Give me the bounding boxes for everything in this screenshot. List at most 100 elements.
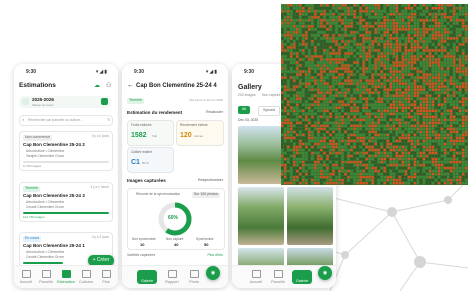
orchard-photo[interactable] [287,187,333,245]
heatmap-cell [428,133,432,137]
orchard-photo[interactable] [238,126,284,184]
cloud-sync-icon[interactable]: ☁ [94,83,100,89]
heatmap-cell [464,52,468,55]
heatmap-cell [347,7,350,10]
heatmap-cell [407,142,411,146]
nav-more[interactable]: Plus [96,270,116,284]
heatmap-cell [422,55,426,58]
heatmap-cell [338,127,341,131]
yield-label: Rendement estimé [180,123,208,127]
search-input[interactable]: ⌕ Rechercher par parcelle ou culture... … [19,115,113,126]
nav-estimation[interactable]: Estimation [56,270,76,284]
heatmap-cell [407,40,411,43]
heatmap-cell [458,178,462,182]
heatmap-cell [410,151,414,155]
heatmap-cell [425,46,429,49]
heatmap-cell [458,43,462,46]
nav-photo[interactable]: Photo [184,270,204,284]
heatmap-cell [365,31,368,34]
estimation-card[interactable]: Terminé Il y a 1 heure Cap Bon Clementin… [19,182,113,222]
heatmap-cell [407,13,411,16]
heatmap-cell [308,127,311,131]
heatmap-cell [356,181,359,185]
orchard-photo[interactable] [238,187,284,245]
more-info-link[interactable]: Plus d'info [207,253,223,257]
heatmap-cell [386,40,389,43]
nav-crops[interactable]: Cultures [76,270,96,284]
heatmap-cell [284,163,287,167]
heatmap-cell [311,49,314,52]
heatmap-cell [410,97,414,100]
camera-button[interactable]: ◉ [206,266,220,280]
heatmap-cell [311,4,314,7]
heatmap-cell [416,22,420,25]
nav-report[interactable]: Rapport [162,270,182,284]
heatmap-cell [458,37,462,40]
heatmap-cell [398,55,402,58]
filter-all[interactable]: All [238,106,250,114]
heatmap-cell [407,82,411,85]
heatmap-cell [413,46,417,49]
heatmap-cell [413,55,417,58]
nav-home[interactable]: Accueil [16,270,36,284]
profile-icon[interactable]: ⚇ [106,83,111,89]
heatmap-cell [353,28,356,31]
heatmap-cell [464,118,468,122]
heatmap-cell [428,172,432,176]
heatmap-cell [410,94,414,97]
heatmap-cell [344,121,347,125]
heatmap-cell [323,127,326,131]
heatmap-cell [422,52,426,55]
heatmap-cell [356,85,359,88]
nav-gallery[interactable]: Galerie [137,270,157,284]
heatmap-cell [344,166,347,170]
filter-icon[interactable]: ≡ [108,118,110,122]
nav-home[interactable]: Accueil [246,270,266,284]
heatmap-cell [287,97,290,100]
heatmap-cell [431,136,435,140]
heatmap-cell [311,73,314,76]
season-selector[interactable]: 2025-2026 Saison en cours [19,96,111,108]
heatmap-cell [332,106,335,109]
heatmap-cell [377,67,380,70]
recalculate-button[interactable]: Recalculer [206,110,223,115]
heatmap-cell [434,25,438,28]
heatmap-cell [323,175,326,179]
camera-button[interactable]: ◉ [318,266,332,280]
heatmap-cell [365,76,368,79]
heatmap-cell [299,37,302,40]
nav-parcel[interactable]: Parcelle [36,270,56,284]
heatmap-cell [425,160,429,164]
heatmap-cell [341,61,344,64]
heatmap-cell [383,58,386,61]
heatmap-cell [305,103,308,106]
heatmap-cell [404,49,408,52]
back-arrow-icon[interactable]: ← [127,82,134,89]
heatmap-cell [356,142,359,146]
heatmap-cell [440,34,444,37]
heatmap-cell [287,142,290,146]
heatmap-cell [398,67,402,70]
heatmap-cell [431,55,435,58]
heatmap-cell [449,76,453,79]
nav-parcel[interactable]: Parcelle [268,270,288,284]
heatmap-cell [281,55,284,58]
heatmap-cell [443,160,447,164]
heatmap-cell [308,61,311,64]
season-edit-icon[interactable] [101,98,108,105]
heatmap-cell [338,10,341,13]
heatmap-cell [287,181,290,185]
heatmap-cell [443,154,447,158]
heatmap-cell [389,94,392,97]
heatmap-cell [428,55,432,58]
heatmap-cell [428,91,432,94]
resync-button[interactable]: Resynchroniser [198,178,223,183]
heatmap-cell [404,133,408,137]
nav-gallery[interactable]: Galerie [292,270,312,284]
filter-synced[interactable]: Synced [258,106,280,116]
heatmap-cell [431,97,435,100]
heatmap-cell [413,94,417,97]
heatmap-cell [452,7,456,10]
estimation-card[interactable]: Non commencé Il y a 2 jours Cap Bon Clem… [19,131,113,171]
heatmap-cell [347,139,350,143]
